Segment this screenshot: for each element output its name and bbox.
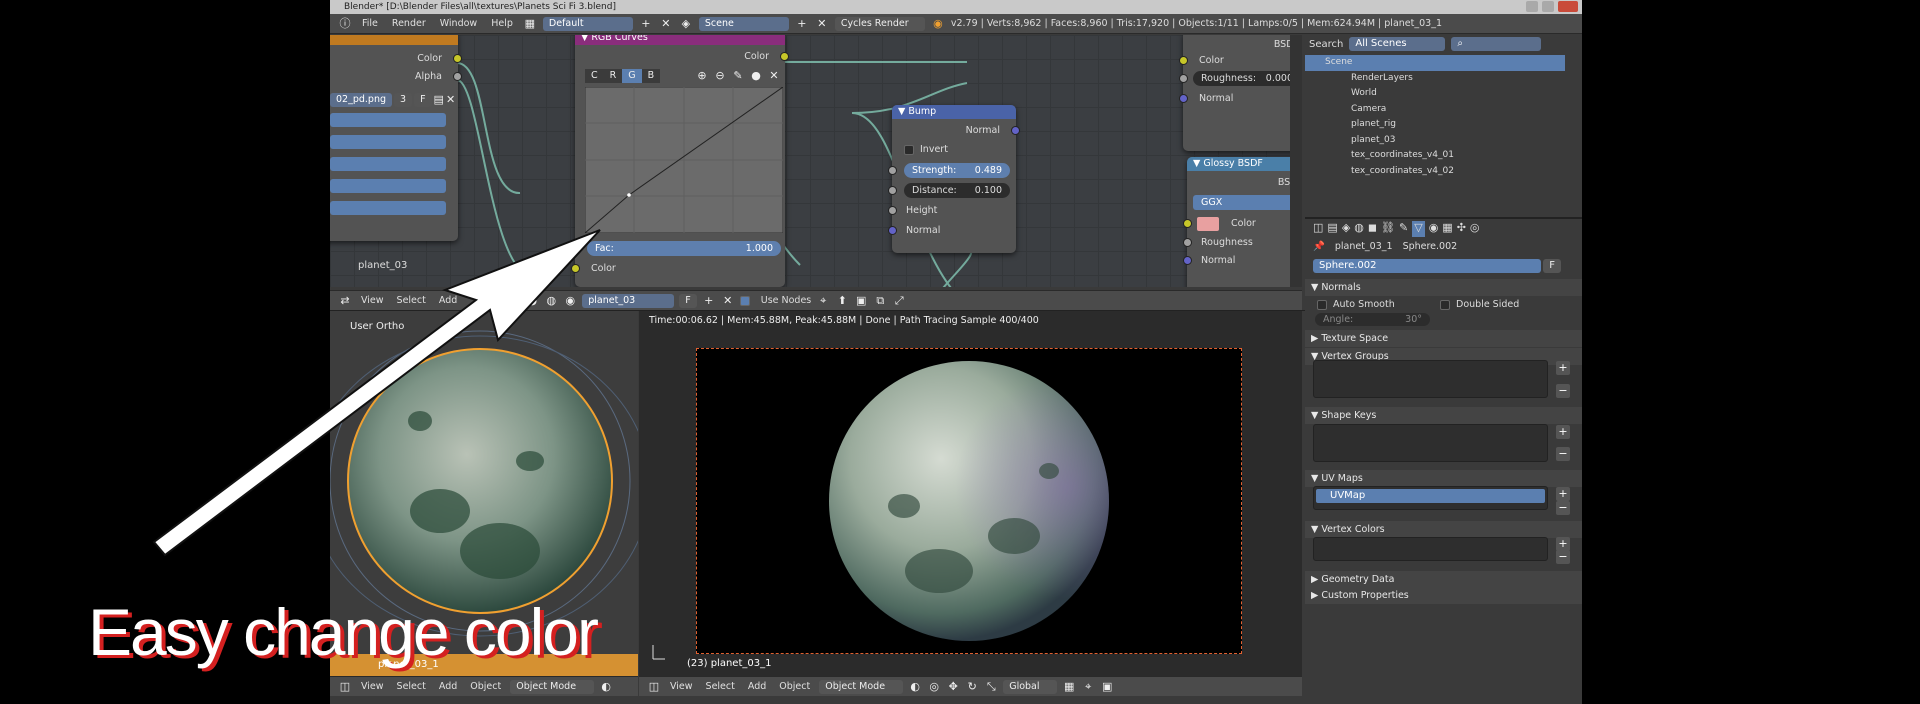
caption-text: Easy change color bbox=[88, 595, 599, 669]
